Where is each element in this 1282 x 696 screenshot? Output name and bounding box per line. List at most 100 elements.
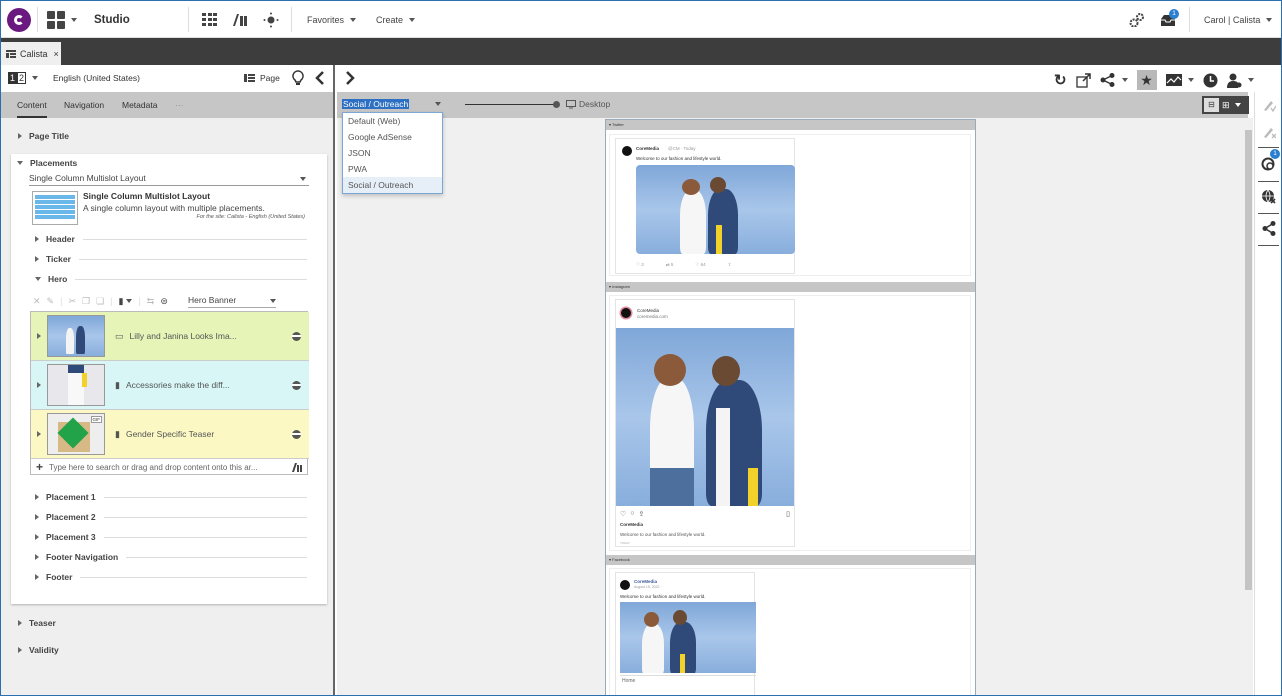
chevron-down-icon [350, 17, 357, 22]
hero-item[interactable]: ▮ Accessories make the diff... [31, 361, 309, 410]
slider-handle[interactable] [553, 101, 560, 108]
share-menu[interactable] [1100, 73, 1128, 87]
slot-footer[interactable]: Footer [35, 572, 307, 582]
section-page-title[interactable]: Page Title [18, 131, 69, 141]
favorite-star-button[interactable]: ★ [1136, 70, 1157, 90]
cut-icon[interactable]: ✂ [68, 296, 76, 307]
create-menu[interactable]: Create [376, 1, 416, 38]
channel-option[interactable]: Default (Web) [343, 113, 442, 129]
channel-header-twitter[interactable]: ▾ Twitter [606, 120, 975, 130]
remove-icon[interactable]: ✕ [33, 296, 41, 307]
lock-icon: ⊜ [160, 295, 168, 306]
hero-item[interactable]: ▭ Lilly and Janina Looks Ima... [31, 312, 309, 361]
section-validity[interactable]: Validity [18, 645, 59, 655]
chevron-down-icon [1266, 17, 1273, 22]
view-type-select[interactable]: Hero Banner [188, 295, 276, 308]
add-icon[interactable]: + [36, 460, 43, 474]
coremedia-logo[interactable] [7, 8, 31, 32]
expand-panel-button[interactable] [345, 71, 355, 90]
edit-icon[interactable]: ✎ [47, 296, 55, 307]
library-button[interactable] [232, 1, 248, 38]
favorites-menu[interactable]: Favorites [307, 1, 357, 38]
link-icon[interactable]: ⇆ [147, 296, 155, 307]
close-tab-icon[interactable]: × [54, 49, 59, 59]
preview-mode-icon[interactable]: ⊟ [1204, 98, 1219, 112]
user-menu[interactable]: Carol | Calista [1204, 1, 1273, 38]
hero-item[interactable]: GIF ▮ Gender Specific Teaser [31, 410, 309, 459]
section-placements[interactable]: Placements [17, 158, 77, 168]
reload-icon[interactable]: ↻ [1054, 71, 1067, 89]
slot-ticker[interactable]: Ticker [35, 254, 307, 264]
globe-icon [292, 380, 301, 390]
projects-button[interactable]: 1 [1260, 149, 1280, 172]
inbox-button[interactable]: 1 [1160, 1, 1179, 38]
version-selector[interactable]: 12 [8, 72, 39, 84]
background-jobs-button[interactable] [1129, 1, 1145, 38]
withdraw-button[interactable] [1260, 188, 1277, 205]
time-travel-icon[interactable] [1203, 73, 1218, 88]
form-tabs: Content Navigation Metadata ··· [1, 92, 333, 118]
paste-icon[interactable]: ❏ [96, 296, 104, 307]
analytics-menu[interactable] [1165, 74, 1194, 86]
channel-option[interactable]: JSON [343, 145, 442, 161]
device-slider[interactable] [465, 104, 555, 105]
more-tabs-button[interactable]: ··· [175, 92, 184, 118]
split-mode-icon[interactable]: ⊞ [1222, 100, 1230, 111]
notification-badge: 1 [1270, 149, 1280, 159]
caption-author: CoreMedia [620, 522, 644, 527]
slot-hero[interactable]: Hero [35, 274, 307, 284]
layout-select[interactable]: Single Column Multislot Layout [29, 173, 309, 186]
control-room-button[interactable] [263, 1, 279, 38]
slot-placement-2[interactable]: Placement 2 [35, 512, 307, 522]
reject-button[interactable] [1260, 123, 1277, 140]
tab-bar: Calista × [1, 38, 1281, 65]
tab-navigation[interactable]: Navigation [64, 92, 104, 118]
collapse-panel-button[interactable] [315, 71, 325, 90]
preview-scrollbar[interactable] [1243, 118, 1253, 695]
tab-content[interactable]: Content [17, 92, 47, 118]
slot-placement-1[interactable]: Placement 1 [35, 492, 307, 502]
channel-header-facebook[interactable]: ▾ Facebook [606, 555, 975, 565]
open-external-icon[interactable] [1075, 72, 1091, 88]
post-time: TODAY [620, 541, 631, 545]
slot-header[interactable]: Header [35, 234, 307, 244]
channel-option-selected[interactable]: Social / Outreach [343, 177, 442, 193]
reply-icon: ♡ 3 [636, 262, 644, 267]
view-mode-toggle[interactable]: ⊟ ⊞ [1202, 96, 1249, 114]
preview-canvas: ▾ Twitter CoreMedia @CM · Today Welcome … [337, 118, 1245, 695]
chart-icon [1165, 74, 1182, 86]
scrollbar-thumb[interactable] [1245, 130, 1252, 590]
share-button[interactable] [1260, 220, 1277, 237]
add-content-icon[interactable]: ▮ [118, 296, 123, 307]
slot-placement-3[interactable]: Placement 3 [35, 532, 307, 542]
locale-label: English (United States) [53, 73, 140, 83]
channel-select[interactable]: Social / Outreach [342, 99, 442, 109]
avatar [622, 146, 632, 156]
slot-footer-navigation[interactable]: Footer Navigation [35, 552, 307, 562]
comment-icon: ○ [630, 510, 635, 517]
tab-calista[interactable]: Calista × [1, 42, 61, 65]
approve-button[interactable] [1260, 96, 1277, 113]
copy-icon[interactable]: ❐ [82, 296, 90, 307]
tab-metadata[interactable]: Metadata [122, 92, 157, 118]
channel-option[interactable]: Google AdSense [343, 129, 442, 145]
channel-option[interactable]: PWA [343, 161, 442, 177]
avatar [621, 308, 631, 318]
like-icon: ♡ 64 [695, 262, 706, 267]
retweet-icon: ⇄ 5 [665, 262, 674, 267]
right-rail: 1 [1254, 92, 1281, 695]
channel-header-instagram[interactable]: ▾ Instagram [606, 282, 975, 292]
post-text: Welcome to our fashion and lifestyle wor… [620, 532, 706, 537]
section-teaser[interactable]: Teaser [18, 618, 56, 628]
chevron-down-icon [126, 299, 133, 303]
page-type-button[interactable]: Page [244, 73, 280, 83]
layout-site: For the site: Calista - English (United … [196, 214, 305, 220]
drop-area[interactable]: + Type here to search or drag and drop c… [31, 459, 307, 475]
library-icon[interactable] [292, 462, 302, 472]
preview-area: ↻ ★ Social / Outreach Desktop ⊟ ⊞ ▾ Twit… [337, 65, 1281, 695]
personalization-menu[interactable] [1226, 73, 1254, 88]
apps-menu-button[interactable] [47, 1, 77, 38]
tips-button[interactable] [292, 70, 304, 91]
gif-badge: GIF [90, 416, 102, 423]
library-grid-button[interactable] [202, 1, 217, 38]
